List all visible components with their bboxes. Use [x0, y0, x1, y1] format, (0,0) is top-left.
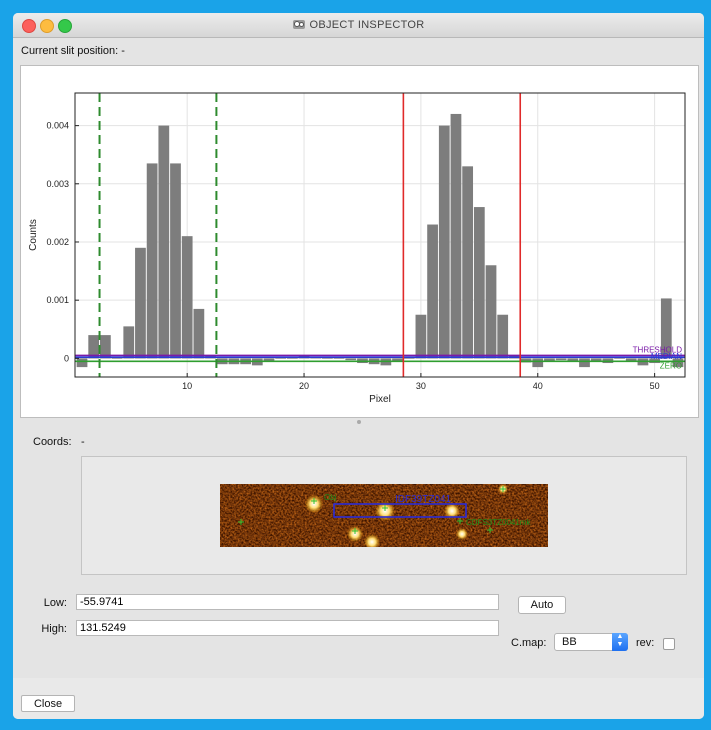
reference-line-label: ZERO	[660, 361, 682, 370]
x-tick-label: 50	[650, 381, 660, 391]
auto-button[interactable]: Auto	[518, 596, 566, 614]
profile-chart: THRESHOLDMEDIANZERO10 20 30 40 5000.0010.002…	[28, 92, 686, 405]
x-tick-label: 40	[533, 381, 543, 391]
high-label: High:	[41, 623, 67, 635]
y-tick-label: 0	[64, 353, 69, 363]
histogram-bar	[123, 326, 135, 359]
title-bar: OBJECT INSPECTOR	[13, 13, 704, 38]
histogram-bar	[473, 207, 485, 359]
cmap-select[interactable]: BB ▲ ▼	[554, 633, 628, 651]
histogram-bar	[555, 358, 567, 361]
histogram-bar	[170, 163, 181, 359]
slit-position-label: Current slit position: -	[21, 45, 125, 57]
panel-splitter-handle[interactable]	[357, 420, 361, 424]
cutout-image[interactable]: IDF39TZ041 Obj CDFS3TZ0041mk	[220, 484, 548, 547]
high-input[interactable]	[76, 620, 499, 636]
y-tick-label: 0.004	[46, 121, 69, 131]
histogram-bar	[333, 358, 345, 359]
histogram-bar	[403, 358, 415, 359]
histogram-bar	[146, 163, 158, 359]
x-tick-label: 30	[416, 381, 426, 391]
neighbor-object-label: CDFS3TZ0041mk	[466, 518, 531, 527]
low-label: Low:	[43, 597, 67, 609]
reference-line-label: MEDIAN	[651, 352, 682, 361]
y-tick-label: 0.002	[46, 237, 69, 247]
cmap-selected-value: BB	[562, 636, 577, 648]
source-blob	[456, 528, 468, 540]
histogram-bar	[614, 358, 625, 359]
histogram-bar	[415, 314, 427, 359]
window-title: OBJECT INSPECTOR	[309, 19, 425, 31]
y-tick-label: 0.001	[46, 295, 69, 305]
close-button[interactable]: Close	[21, 695, 75, 712]
histogram-bar	[111, 358, 123, 359]
histogram-bar	[579, 358, 590, 368]
histogram-bar	[181, 236, 193, 359]
histogram-bar	[438, 125, 450, 359]
app-icon	[293, 20, 306, 29]
y-tick-label: 0.003	[46, 179, 69, 189]
x-axis-label: Pixel	[369, 394, 391, 405]
histogram-bar	[158, 125, 170, 359]
histogram-bar	[485, 265, 497, 359]
histogram-bar	[532, 358, 544, 368]
x-tick-label: 10	[182, 381, 192, 391]
x-tick-label: 20	[299, 381, 309, 391]
profile-plot[interactable]: THRESHOLD MEDIAN ZERO 10 20 30 40 50 0 0.001 0.002…	[20, 65, 699, 418]
window-title-wrap: OBJECT INSPECTOR	[13, 18, 704, 31]
primary-object-label: Obj	[324, 493, 337, 502]
object-inspector-window: OBJECT INSPECTOR Current slit position: …	[13, 13, 704, 719]
object-id-label: IDF39TZ041	[395, 494, 452, 505]
select-arrows-icon: ▲ ▼	[612, 633, 628, 651]
coords-value: -	[81, 436, 85, 448]
histogram-bar	[322, 358, 333, 359]
histogram-bar	[193, 308, 205, 359]
bottom-bar: Close	[13, 678, 704, 719]
histogram-bar	[427, 224, 438, 359]
y-axis-label: Counts	[28, 219, 39, 251]
histogram-bar	[286, 358, 298, 359]
low-input[interactable]	[76, 594, 499, 610]
rev-label: rev:	[636, 637, 655, 649]
coords-label: Coords:	[33, 436, 72, 448]
histogram-bar	[345, 358, 357, 361]
histogram-bar	[497, 314, 509, 359]
histogram-bar	[135, 247, 146, 359]
cmap-label: C.map:	[511, 637, 547, 649]
histogram-bar	[462, 166, 474, 359]
histogram-bar	[275, 358, 287, 359]
rev-checkbox[interactable]	[663, 638, 675, 650]
histogram-bar	[450, 113, 462, 359]
histogram-bar	[76, 358, 88, 368]
cutout-image-frame: IDF39TZ041 Obj CDFS3TZ0041mk	[81, 456, 687, 575]
